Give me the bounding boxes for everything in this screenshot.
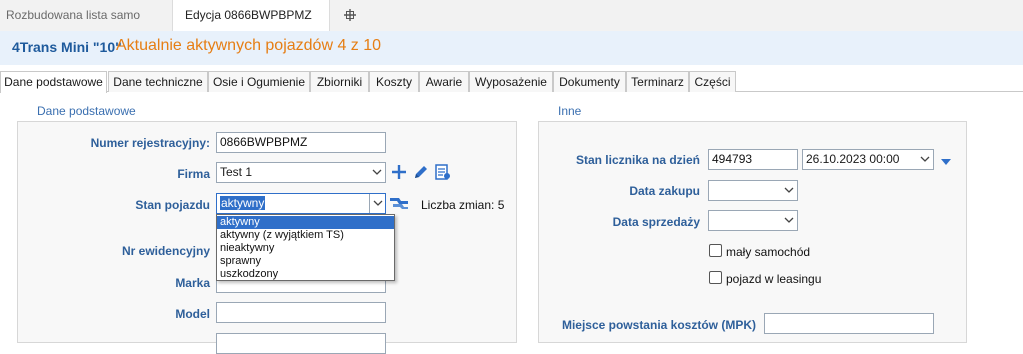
firma-value: Test 1 [220, 165, 253, 179]
active-vehicles-info: Aktualnie aktywnych pojazdów 4 z 10 [116, 37, 382, 54]
expand-triangle-icon[interactable] [940, 155, 952, 169]
chevron-down-icon[interactable] [369, 194, 385, 213]
edit-pencil-icon[interactable] [413, 164, 429, 183]
group-title-basic: Dane podstawowe [37, 104, 136, 118]
purchase-date-select[interactable] [708, 180, 798, 201]
tab-koszty[interactable]: Koszty [369, 71, 419, 92]
chevron-down-icon[interactable] [781, 211, 797, 230]
leasing-checkbox[interactable] [709, 271, 722, 284]
chevron-down-icon[interactable] [781, 181, 797, 200]
doc-tab-list[interactable]: Rozbudowana lista samo [0, 0, 170, 31]
chevron-down-icon[interactable] [917, 150, 933, 169]
odometer-date-value: 26.10.2023 00:00 [806, 152, 900, 166]
option-nieaktywny[interactable]: nieaktywny [217, 242, 394, 255]
odometer-date-select[interactable]: 26.10.2023 00:00 [802, 149, 934, 170]
stan-pojazdu-select[interactable]: aktywny [216, 193, 386, 214]
license-model: 4Trans Mini "10" [12, 39, 122, 55]
firma-label: Firma [177, 167, 210, 181]
sale-date-select[interactable] [708, 210, 798, 231]
marka-label: Marka [175, 276, 210, 290]
data-zakupu-label: Data zakupu [629, 184, 700, 198]
document-tab-bar: Rozbudowana lista samo Edycja 0866BWPBPM… [0, 0, 1023, 31]
tab-zbiorniki[interactable]: Zbiorniki [310, 71, 369, 92]
small-car-label: mały samochód [726, 245, 811, 259]
add-icon[interactable] [391, 164, 407, 183]
mpk-input[interactable] [764, 313, 934, 334]
tab-dane-techniczne[interactable]: Dane techniczne [108, 71, 208, 92]
small-car-checkbox[interactable] [709, 244, 722, 257]
details-form-icon[interactable] [435, 164, 451, 184]
option-aktywny[interactable]: aktywny [217, 216, 394, 229]
tab-wyposazenie[interactable]: Wyposażenie [469, 71, 553, 92]
new-tab-icon[interactable] [343, 8, 357, 22]
change-count: Liczba zmian: 5 [421, 198, 505, 212]
leasing-label: pojazd w leasingu [726, 272, 822, 286]
tab-dane-podstawowe[interactable]: Dane podstawowe [0, 71, 107, 93]
tab-awarie[interactable]: Awarie [419, 71, 469, 92]
history-stack-icon[interactable] [389, 195, 409, 214]
stan-value: aktywny [220, 196, 266, 210]
firma-select[interactable]: Test 1 [216, 162, 386, 183]
option-uszkodzony[interactable]: uszkodzony [217, 268, 394, 281]
odometer-input[interactable]: 494793 [708, 149, 798, 170]
mpk-label: Miejsce powstania kosztów (MPK) [561, 318, 756, 332]
tab-terminarz[interactable]: Terminarz [626, 71, 689, 92]
group-title-other: Inne [558, 104, 582, 118]
vehicle-header: 4Trans Mini "10" Aktualnie aktywnych poj… [0, 31, 1023, 65]
section-tab-bar: Dane podstawowe Dane techniczne Osie i O… [0, 71, 1023, 93]
stan-label: Stan pojazdu [135, 198, 210, 212]
doc-tab-edit[interactable]: Edycja 0866BWPBPMZ [172, 0, 330, 31]
model-label: Model [175, 307, 210, 321]
doc-tab-edit-label: Edycja 0866BWPBPMZ [185, 8, 312, 22]
tab-osie-ogumienie[interactable]: Osie i Ogumienie [208, 71, 310, 92]
nr-ewid-label: Nr ewidencyjny [121, 244, 210, 258]
next-input[interactable] [216, 333, 386, 354]
option-aktywny-ts[interactable]: aktywny (z wyjątkiem TS) [217, 229, 394, 242]
licznik-label: Stan licznika na dzień [575, 153, 700, 167]
tab-dokumenty[interactable]: Dokumenty [553, 71, 626, 92]
data-sprzedazy-label: Data sprzedaży [612, 215, 700, 229]
chevron-down-icon[interactable] [369, 163, 385, 182]
model-input[interactable] [216, 302, 386, 323]
nr-rej-label: Numer rejestracyjny: [90, 136, 210, 150]
option-sprawny[interactable]: sprawny [217, 255, 394, 268]
stan-pojazdu-dropdown: aktywny aktywny (z wyjątkiem TS) nieakty… [216, 214, 395, 281]
registration-number-input[interactable]: 0866BWPBPMZ [216, 132, 386, 153]
tab-czesci[interactable]: Części [689, 71, 736, 92]
